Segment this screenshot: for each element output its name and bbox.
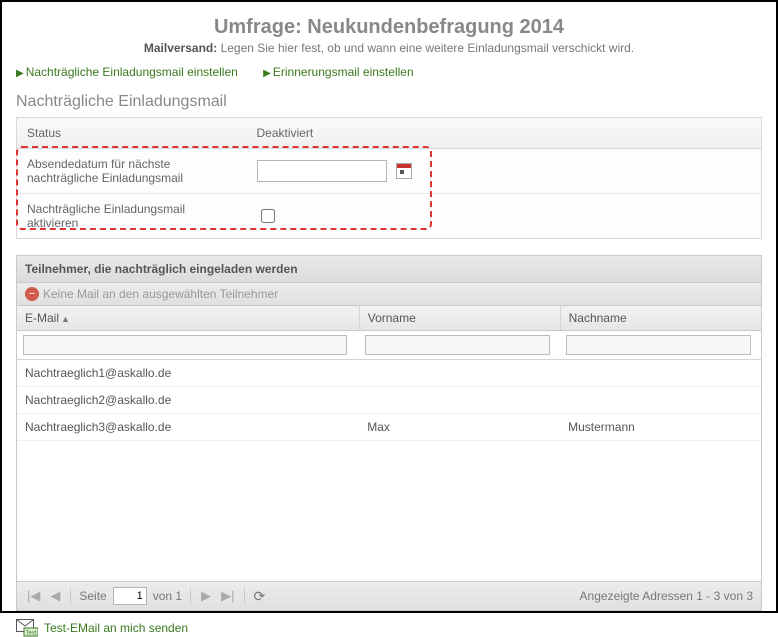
table-row[interactable]: Nachtraeglich1@askallo.de	[17, 360, 761, 387]
cell-email: Nachtraeglich1@askallo.de	[17, 360, 359, 387]
cell-firstname	[359, 360, 560, 387]
page-title: Umfrage: Neukundenbefragung 2014	[16, 16, 762, 39]
toolbar-action-label[interactable]: Keine Mail an den ausgewählten Teilnehme…	[43, 287, 278, 301]
calendar-icon[interactable]	[396, 163, 412, 179]
row-activate-label: Nachträgliche Einladungsmail aktivieren	[17, 194, 247, 239]
nav-links: ▶Nachträgliche Einladungsmail einstellen…	[16, 65, 762, 79]
row-send-date-label: Absendedatum für nächste nachträgliche E…	[17, 149, 247, 194]
pager-first-button[interactable]: |◀	[25, 588, 42, 604]
nav-reminder-mail[interactable]: ▶Erinnerungsmail einstellen	[263, 65, 413, 79]
nav-followup-mail[interactable]: ▶Nachträgliche Einladungsmail einstellen	[16, 65, 238, 79]
col-header-email[interactable]: E-Mail▲	[17, 306, 359, 331]
pager-next-button[interactable]: ▶	[199, 588, 213, 604]
grid-footer: |◀ ◀ Seite von 1 ▶ ▶| ⟳ Angezeigte Adres…	[17, 581, 761, 610]
cell-lastname: Mustermann	[560, 414, 761, 441]
table-row[interactable]: Nachtraeglich3@askallo.de Max Mustermann	[17, 414, 761, 441]
send-date-input[interactable]	[257, 160, 387, 182]
settings-col-value: Deaktiviert	[247, 118, 762, 149]
mail-test-icon: Test	[16, 619, 38, 637]
grid-empty-area	[17, 441, 761, 581]
grid-toolbar: − Keine Mail an den ausgewählten Teilneh…	[17, 283, 761, 306]
settings-col-status: Status	[17, 118, 247, 149]
filter-email-input[interactable]	[23, 335, 347, 355]
cell-email: Nachtraeglich2@askallo.de	[17, 387, 359, 414]
participants-grid: Teilnehmer, die nachträglich eingeladen …	[16, 255, 762, 611]
section-heading: Nachträgliche Einladungsmail	[16, 93, 762, 111]
filter-firstname-input[interactable]	[365, 335, 550, 355]
pager-page-label: Seite	[79, 589, 106, 603]
triangle-icon: ▶	[16, 68, 24, 79]
page-subtitle: Mailversand: Legen Sie hier fest, ob und…	[16, 41, 762, 55]
triangle-icon: ▶	[263, 68, 271, 79]
settings-table: Status Deaktiviert Absendedatum für näch…	[16, 117, 762, 239]
sort-asc-icon: ▲	[61, 314, 70, 324]
pager-prev-button[interactable]: ◀	[48, 588, 62, 604]
grid-title: Teilnehmer, die nachträglich eingeladen …	[17, 256, 761, 283]
send-test-mail-link[interactable]: Test-EMail an mich senden	[44, 621, 188, 635]
footer-link-row: Test Test-EMail an mich senden	[16, 619, 762, 637]
refresh-icon[interactable]: ⟳	[253, 588, 265, 605]
subtitle-text: Legen Sie hier fest, ob und wann eine we…	[221, 41, 635, 55]
subtitle-bold: Mailversand:	[144, 41, 217, 55]
col-header-lastname[interactable]: Nachname	[560, 306, 761, 331]
pager-of-label: von 1	[153, 589, 182, 603]
pager-page-input[interactable]	[113, 587, 147, 605]
svg-text:Test: Test	[25, 631, 36, 637]
pager-display-info: Angezeigte Adressen 1 - 3 von 3	[580, 589, 753, 603]
cell-lastname	[560, 360, 761, 387]
cell-email: Nachtraeglich3@askallo.de	[17, 414, 359, 441]
cell-firstname: Max	[359, 414, 560, 441]
pager: |◀ ◀ Seite von 1 ▶ ▶| ⟳	[25, 587, 265, 605]
cell-firstname	[359, 387, 560, 414]
pager-last-button[interactable]: ▶|	[219, 588, 236, 604]
col-header-firstname[interactable]: Vorname	[359, 306, 560, 331]
filter-row	[17, 331, 761, 360]
activate-checkbox[interactable]	[261, 209, 275, 223]
table-row[interactable]: Nachtraeglich2@askallo.de	[17, 387, 761, 414]
cell-lastname	[560, 387, 761, 414]
remove-icon[interactable]: −	[25, 287, 39, 301]
filter-lastname-input[interactable]	[566, 335, 751, 355]
